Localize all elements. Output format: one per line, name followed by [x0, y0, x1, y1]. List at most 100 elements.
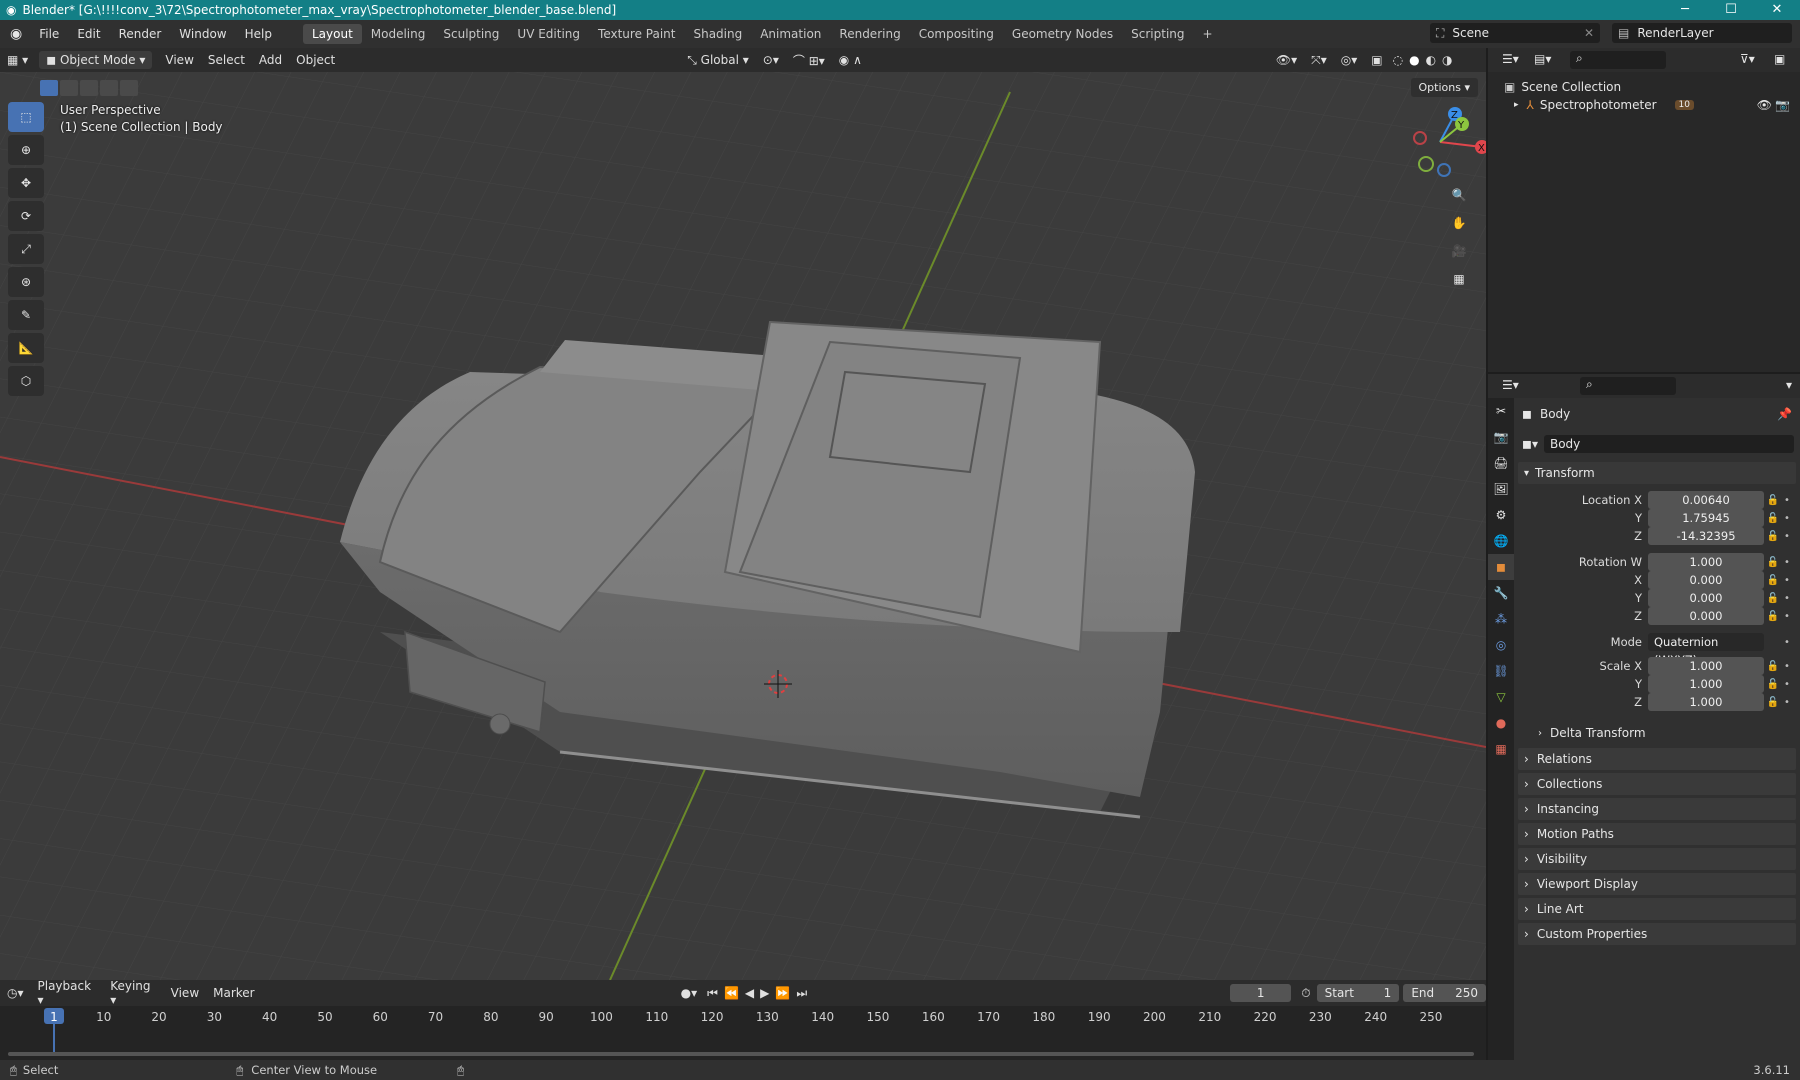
transform-tool[interactable]: ⊛ — [8, 267, 44, 297]
mode-dropdown[interactable]: ◼ Object Mode ▾ — [39, 51, 153, 69]
object-browse-icon[interactable]: ◼▾ — [1522, 437, 1538, 451]
visibility-icon[interactable]: 👁▾ — [1269, 51, 1304, 69]
select-invert-icon[interactable] — [100, 80, 118, 96]
output-tab[interactable]: 🖨 — [1488, 450, 1514, 476]
tool-tab[interactable]: ✂ — [1488, 398, 1514, 424]
lock-icon[interactable]: 🔓 — [1764, 531, 1782, 542]
tab-scripting[interactable]: Scripting — [1122, 24, 1193, 44]
properties-search-input[interactable]: ⌕ — [1580, 377, 1676, 395]
timeline-editor-icon[interactable]: ◷▾ — [0, 984, 31, 1002]
expand-arrow-icon[interactable]: ▸ — [1514, 100, 1519, 110]
object-name-field[interactable]: Body — [1543, 435, 1794, 453]
xray-icon[interactable]: ▣ — [1364, 51, 1389, 69]
location-z-field[interactable]: -14.32395 — [1648, 527, 1764, 545]
object-tab[interactable]: ◼ — [1488, 554, 1514, 580]
menu-help[interactable]: Help — [236, 27, 281, 41]
maximize-button[interactable]: ☐ — [1708, 0, 1754, 20]
add-workspace-button[interactable]: + — [1194, 24, 1222, 44]
world-tab[interactable]: 🌐 — [1488, 528, 1514, 554]
menu-window[interactable]: Window — [170, 27, 235, 41]
pan-button[interactable]: ✋ — [1446, 210, 1472, 236]
scale-y-field[interactable]: 1.000 — [1648, 675, 1764, 693]
shading-wireframe-icon[interactable]: ◌ — [1390, 51, 1406, 69]
render-tab[interactable]: 📷 — [1488, 424, 1514, 450]
jump-end-icon[interactable]: ⏭ — [793, 984, 810, 1003]
data-tab[interactable]: ▽ — [1488, 684, 1514, 710]
texture-tab[interactable]: ▦ — [1488, 736, 1514, 762]
cursor-tool[interactable]: ⊕ — [8, 135, 44, 165]
view-layer-tab[interactable]: 🖼 — [1488, 476, 1514, 502]
orientation-dropdown[interactable]: ⤡ Global ▾ — [680, 51, 756, 70]
tab-sculpting[interactable]: Sculpting — [434, 24, 508, 44]
play-icon[interactable]: ▶ — [757, 984, 772, 1002]
menu-view[interactable]: View — [158, 51, 200, 69]
tab-uv-editing[interactable]: UV Editing — [508, 24, 589, 44]
menu-file[interactable]: File — [30, 27, 68, 41]
outliner-editor-icon[interactable]: ☰▾ — [1502, 52, 1519, 66]
outliner-row-spectrophotometer[interactable]: ▸ ⅄ Spectrophotometer 10 👁 📷 — [1514, 96, 1794, 114]
rotation-y-field[interactable]: 0.000 — [1648, 589, 1764, 607]
menu-render[interactable]: Render — [110, 27, 171, 41]
tab-animation[interactable]: Animation — [751, 24, 830, 44]
gizmo-toggle-icon[interactable]: ⤧▾ — [1304, 51, 1334, 70]
rotate-tool[interactable]: ⟳ — [8, 201, 44, 231]
lock-icon[interactable]: 🔓 — [1764, 697, 1782, 708]
location-x-field[interactable]: 0.00640 — [1648, 491, 1764, 509]
select-subtract-icon[interactable] — [80, 80, 98, 96]
lock-icon[interactable]: 🔓 — [1764, 575, 1782, 586]
display-mode-icon[interactable]: ▤▾ — [1534, 52, 1551, 66]
scale-x-field[interactable]: 1.000 — [1648, 657, 1764, 675]
close-icon[interactable]: ✕ — [1584, 26, 1594, 40]
tab-texture-paint[interactable]: Texture Paint — [589, 24, 684, 44]
shading-rendered-icon[interactable]: ◑ — [1439, 51, 1455, 69]
tab-layout[interactable]: Layout — [302, 24, 362, 44]
end-frame-field[interactable]: End 250 — [1403, 984, 1486, 1002]
custom-properties-panel[interactable]: › Custom Properties — [1518, 923, 1796, 945]
location-y-field[interactable]: 1.75945 — [1648, 509, 1764, 527]
modifiers-tab[interactable]: 🔧 — [1488, 580, 1514, 606]
scale-z-field[interactable]: 1.000 — [1648, 693, 1764, 711]
select-extend-icon[interactable] — [60, 80, 78, 96]
current-frame-field[interactable]: 1 — [1230, 984, 1292, 1002]
keyframe-dot-icon[interactable]: • — [1782, 575, 1792, 586]
measure-tool[interactable]: 📐 — [8, 333, 44, 363]
keyframe-dot-icon[interactable]: • — [1782, 513, 1792, 524]
visibility-panel[interactable]: › Visibility — [1518, 848, 1796, 870]
camera-view-button[interactable]: 🎥 — [1446, 238, 1472, 264]
timeline[interactable]: 1 10 20 30 40 50 60 70 80 90 100 110 120 130 140 150 160… — [0, 1006, 1486, 1060]
snap-icon[interactable]: ⌒ ⊞▾ — [786, 50, 832, 71]
lock-icon[interactable]: 🔓 — [1764, 611, 1782, 622]
menu-keying[interactable]: Keying ▾ — [103, 977, 163, 1009]
pin-icon[interactable]: 📌 — [1777, 407, 1792, 421]
properties-editor-icon[interactable]: ☰▾ — [1502, 378, 1519, 392]
constraints-tab[interactable]: ⛓ — [1488, 658, 1514, 684]
new-collection-icon[interactable]: ▣ — [1774, 52, 1785, 66]
select-box-tool[interactable]: ⬚ — [8, 102, 44, 132]
delta-transform-subpanel[interactable]: › Delta Transform — [1538, 724, 1646, 742]
editor-type-button[interactable]: ▦ ▾ — [0, 51, 35, 69]
scene-selector[interactable]: ⛶ Scene ✕ — [1430, 23, 1600, 43]
keyframe-dot-icon[interactable]: • — [1782, 611, 1792, 622]
close-button[interactable]: ✕ — [1754, 0, 1800, 20]
tab-geometry-nodes[interactable]: Geometry Nodes — [1003, 24, 1122, 44]
tab-modeling[interactable]: Modeling — [362, 24, 435, 44]
line-art-panel[interactable]: › Line Art — [1518, 898, 1796, 920]
pivot-icon[interactable]: ⊙▾ — [756, 51, 786, 69]
menu-edit[interactable]: Edit — [68, 27, 109, 41]
physics-tab[interactable]: ◎ — [1488, 632, 1514, 658]
tab-rendering[interactable]: Rendering — [830, 24, 909, 44]
chevron-down-icon[interactable]: ▾ — [1786, 378, 1792, 392]
menu-marker[interactable]: Marker — [206, 984, 261, 1002]
keyframe-dot-icon[interactable]: • — [1782, 531, 1792, 542]
filter-icon[interactable]: ⊽▾ — [1740, 52, 1755, 66]
prev-keyframe-icon[interactable]: ⏪ — [721, 984, 742, 1002]
menu-add[interactable]: Add — [252, 51, 289, 69]
keyframe-dot-icon[interactable]: • — [1782, 679, 1792, 690]
select-intersect-icon[interactable] — [120, 80, 138, 96]
keyframe-dot-icon[interactable]: • — [1782, 697, 1792, 708]
timeline-scrollbar[interactable] — [8, 1052, 1474, 1056]
rotation-x-field[interactable]: 0.000 — [1648, 571, 1764, 589]
view-layer-selector[interactable]: ▤ RenderLayer — [1612, 23, 1792, 43]
jump-start-icon[interactable]: ⏮ — [704, 984, 721, 1003]
stopwatch-icon[interactable]: ⏱ — [1301, 986, 1310, 1001]
